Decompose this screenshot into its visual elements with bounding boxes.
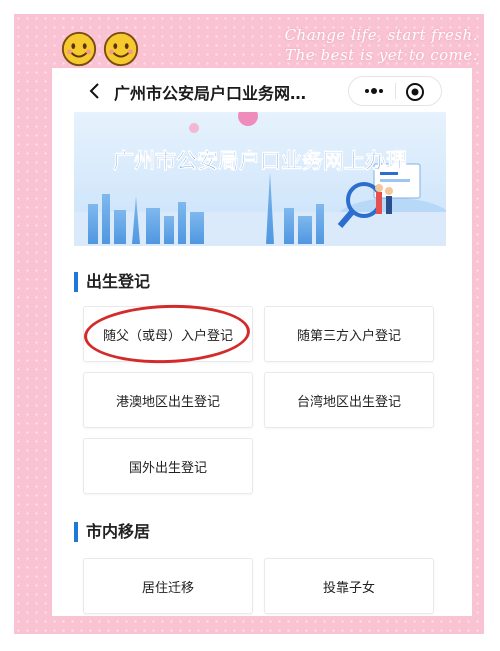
section-title-birth: 出生登记: [74, 272, 150, 292]
back-arrow-icon[interactable]: [88, 82, 100, 100]
mini-program-screen: 广州市公安局户口业务网… 广州市公安局户口业务网上办理 出生登记 随父（或母）入…: [52, 68, 472, 616]
service-item-label: 港澳地区出生登记: [115, 394, 220, 410]
service-item-third-party[interactable]: 随第三方入户登记: [264, 306, 434, 362]
banner-title: 广州市公安局户口业务网上办理: [113, 149, 407, 173]
page-title: 广州市公安局户口业务网…: [114, 84, 307, 103]
decor-text-2: The best is yet to come.: [285, 46, 478, 64]
mini-program-capsule: [348, 76, 442, 106]
smiley-sticker-icon: [61, 31, 97, 67]
service-item-join-children[interactable]: 投靠子女: [264, 558, 434, 614]
service-item-overseas-birth[interactable]: 国外出生登记: [83, 438, 253, 494]
service-item-label: 随第三方入户登记: [296, 328, 401, 344]
service-item-hk-macau-birth[interactable]: 港澳地区出生登记: [83, 372, 253, 428]
service-item-taiwan-birth[interactable]: 台湾地区出生登记: [264, 372, 434, 428]
service-item-label: 随父（或母）入户登记: [102, 328, 233, 344]
service-item-label: 居住迁移: [141, 580, 194, 596]
decor-text-1: Change life, start fresh.: [284, 26, 478, 44]
service-banner: 广州市公安局户口业务网上办理: [74, 112, 446, 246]
more-dots-icon[interactable]: [363, 85, 385, 97]
service-item-residence-move[interactable]: 居住迁移: [83, 558, 253, 614]
nav-bar: 广州市公安局户口业务网…: [52, 68, 472, 114]
close-target-icon[interactable]: [405, 82, 425, 102]
service-item-label: 投靠子女: [322, 580, 375, 596]
smiley-sticker-icon: [103, 31, 139, 67]
capsule-divider: [395, 83, 396, 99]
service-item-with-parent[interactable]: 随父（或母）入户登记: [83, 306, 253, 362]
service-item-label: 台湾地区出生登记: [296, 394, 401, 410]
service-item-label: 国外出生登记: [128, 460, 207, 476]
section-title-intracity-move: 市内移居: [74, 522, 150, 542]
